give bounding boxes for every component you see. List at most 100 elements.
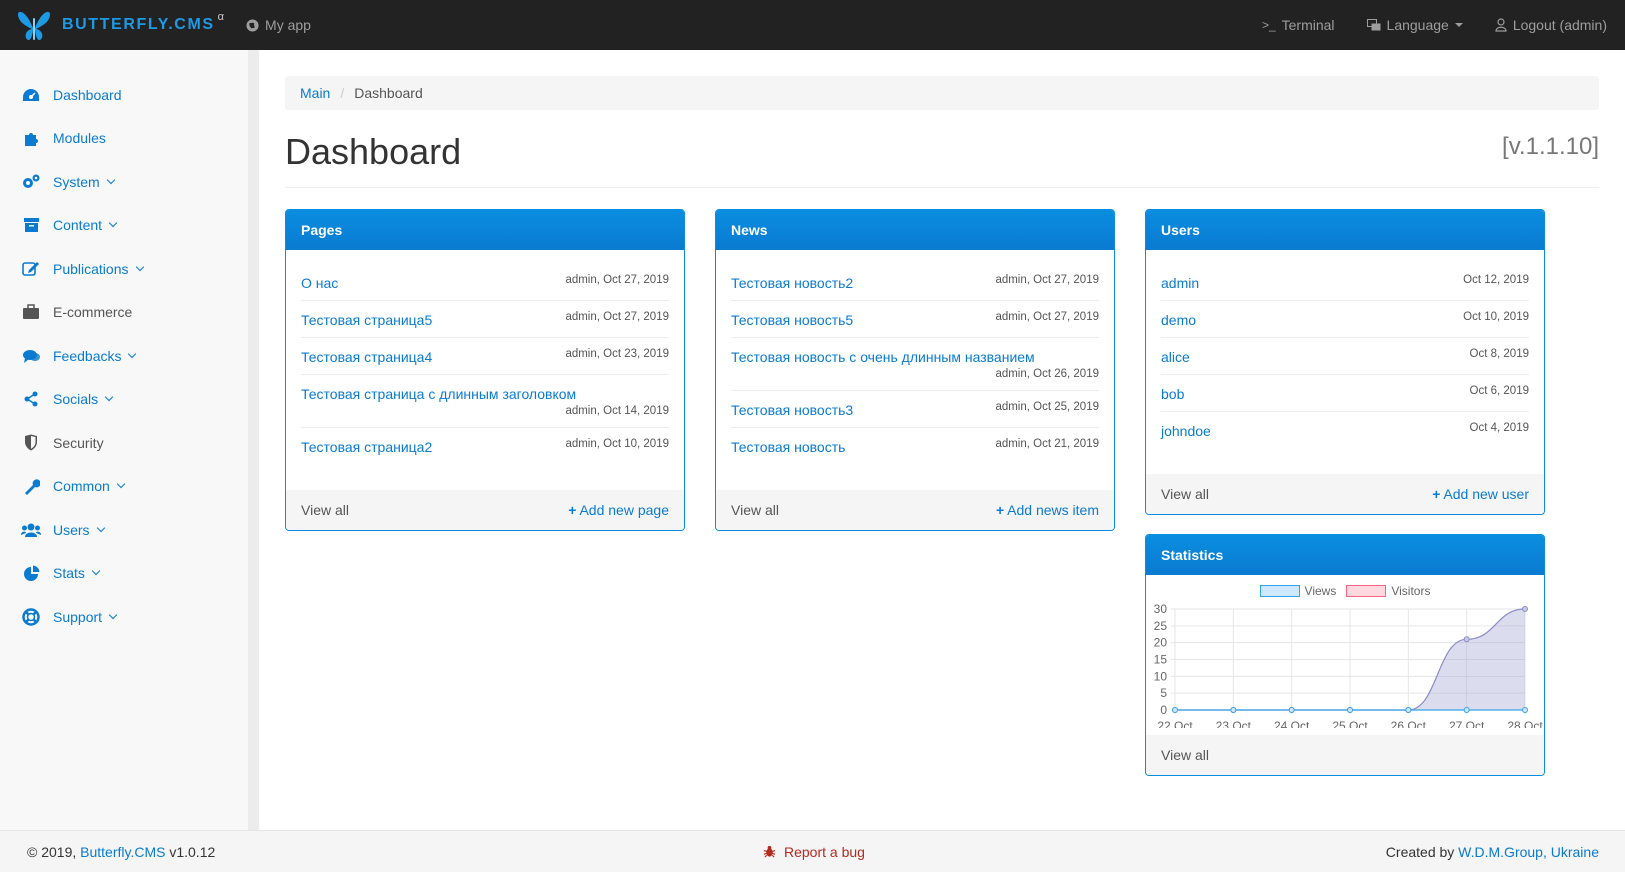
add-new-page-button[interactable]: + Add new page (568, 502, 669, 518)
chevron-down-icon (108, 219, 118, 228)
chevron-down-icon (96, 523, 105, 532)
users-panel-heading: Users (1146, 210, 1544, 250)
y-tick-label: 0 (1160, 703, 1167, 717)
visitors-point (1463, 636, 1470, 643)
statistics-view-all-link[interactable]: View all (1161, 747, 1209, 763)
legend-label: Views (1304, 584, 1337, 598)
list-item-meta: admin, Oct 10, 2019 (565, 438, 669, 450)
terminal-link[interactable]: >_ Terminal (1262, 17, 1335, 33)
add-news-item-button[interactable]: + Add news item (996, 502, 1099, 518)
report-bug-label: Report a bug (784, 843, 865, 860)
list-item-link[interactable]: alice (1161, 348, 1190, 366)
dashboard-icon (21, 85, 41, 105)
list-item-link[interactable]: Тестовая страница5 (301, 311, 432, 329)
sidebar-item-e-commerce[interactable]: E-commerce (0, 291, 248, 335)
y-tick-label: 30 (1154, 602, 1168, 616)
list-item-link[interactable]: bob (1161, 385, 1184, 403)
legend-swatch (1346, 585, 1387, 597)
list-item: Тестовая новость admin, Oct 21, 2019 (731, 428, 1099, 464)
butterfly-logo-icon (18, 11, 50, 41)
users-view-all-link[interactable]: View all (1161, 486, 1209, 502)
sidebar-item-modules[interactable]: Modules (0, 117, 248, 161)
breadcrumb-current: Dashboard (354, 85, 423, 101)
shield-icon (21, 433, 41, 453)
statistics-panel-footer: View all (1146, 735, 1544, 775)
x-tick-label: 23 Oct (1216, 719, 1252, 728)
news-view-all-link[interactable]: View all (731, 502, 779, 518)
legend-item[interactable]: Views (1259, 584, 1337, 598)
list-item-link[interactable]: Тестовая страница с длинным заголовком (301, 385, 576, 403)
pages-panel-heading: Pages (286, 210, 684, 250)
list-item: alice Oct 8, 2019 (1161, 338, 1529, 375)
sidebar-item-label: Content (53, 217, 103, 234)
list-item-link[interactable]: demo (1161, 311, 1196, 329)
sidebar-item-label: E-commerce (53, 304, 133, 321)
list-item-link[interactable]: johndoe (1161, 422, 1211, 440)
company-link[interactable]: W.D.M.Group, Ukraine (1458, 844, 1599, 860)
briefcase-icon (21, 302, 41, 322)
y-tick-label: 5 (1160, 686, 1167, 700)
list-item-meta: admin, Oct 27, 2019 (565, 274, 669, 286)
list-item: Тестовая новость2 admin, Oct 27, 2019 (731, 264, 1099, 301)
pages-view-all-link[interactable]: View all (301, 502, 349, 518)
brand-superscript: α (217, 11, 225, 23)
archive-icon (21, 215, 41, 235)
sidebar-item-label: System (53, 173, 100, 190)
users-icon (21, 520, 41, 540)
sidebar-item-support[interactable]: Support (0, 595, 248, 639)
sidebar-item-label: Support (53, 608, 103, 625)
list-item-link[interactable]: Тестовая новость3 (731, 401, 853, 419)
y-tick-label: 10 (1154, 669, 1168, 683)
list-item: johndoe Oct 4, 2019 (1161, 412, 1529, 448)
language-dropdown[interactable]: Language (1366, 17, 1463, 33)
cms-link[interactable]: Butterfly.CMS (80, 844, 165, 860)
my-app-link[interactable]: My app (246, 17, 311, 33)
share-icon (21, 389, 41, 409)
user-icon (1495, 18, 1507, 32)
users-panel-footer: View all + Add new user (1146, 474, 1544, 514)
add-news-item-label: Add news item (1007, 502, 1099, 518)
list-item-meta: admin, Oct 25, 2019 (995, 401, 1099, 413)
list-item-link[interactable]: Тестовая новость (731, 438, 845, 456)
terminal-label: Terminal (1281, 17, 1335, 33)
sidebar-item-security[interactable]: Security (0, 421, 248, 465)
sidebar-item-common[interactable]: Common (0, 465, 248, 509)
list-item-link[interactable]: Тестовая новость2 (731, 274, 853, 292)
add-new-user-button[interactable]: + Add new user (1432, 486, 1529, 502)
sidebar-item-socials[interactable]: Socials (0, 378, 248, 422)
sidebar-item-publications[interactable]: Publications (0, 247, 248, 291)
chevron-down-icon (91, 567, 101, 576)
globe-icon (246, 18, 259, 32)
pages-list: О нас admin, Oct 27, 2019 Тестовая страниц… (286, 250, 684, 470)
visitors-point (1522, 606, 1528, 612)
sidebar-item-dashboard[interactable]: Dashboard (0, 73, 248, 117)
sidebar-item-stats[interactable]: Stats (0, 552, 248, 596)
statistics-chart: 30 25 20 15 10 5 0 22 Oct 23 Oct 24 Oct 25 Oct 26 O… (1154, 602, 1544, 728)
news-panel-footer: View all + Add news item (716, 490, 1114, 530)
list-item-meta: Oct 6, 2019 (1469, 385, 1529, 397)
report-bug-link[interactable]: Report a bug (763, 844, 865, 860)
sidebar-item-feedbacks[interactable]: Feedbacks (0, 334, 248, 378)
sidebar-item-content[interactable]: Content (0, 204, 248, 248)
sidebar-item-label: Stats (53, 565, 85, 582)
list-item-link[interactable]: Тестовая новость с очень длинным названи… (731, 348, 1035, 366)
chevron-down-icon (108, 610, 118, 619)
list-item-link[interactable]: Тестовая страница4 (301, 348, 432, 366)
main-content: Main / Dashboard Dashboard [v.1.1.10] Pa… (285, 50, 1599, 776)
list-item-link[interactable]: Тестовая страница2 (301, 438, 432, 456)
y-tick-label: 20 (1154, 636, 1168, 650)
logout-link[interactable]: Logout (admin) (1495, 17, 1607, 33)
caret-down-icon (1454, 23, 1463, 27)
plus-icon: + (1432, 486, 1441, 502)
sidebar-item-system[interactable]: System (0, 160, 248, 204)
list-item-link[interactable]: admin (1161, 274, 1199, 292)
list-item: bob Oct 6, 2019 (1161, 375, 1529, 412)
add-new-user-label: Add new user (1443, 486, 1529, 502)
list-item-meta: admin, Oct 27, 2019 (995, 311, 1099, 323)
list-item-link[interactable]: О нас (301, 274, 338, 292)
breadcrumb-main-link[interactable]: Main (300, 85, 330, 101)
legend-item[interactable]: Visitors (1346, 584, 1430, 598)
list-item-link[interactable]: Тестовая новость5 (731, 311, 853, 329)
brand[interactable]: BUTTERFLY.CMS α (0, 0, 224, 50)
sidebar-item-users[interactable]: Users (0, 508, 248, 552)
